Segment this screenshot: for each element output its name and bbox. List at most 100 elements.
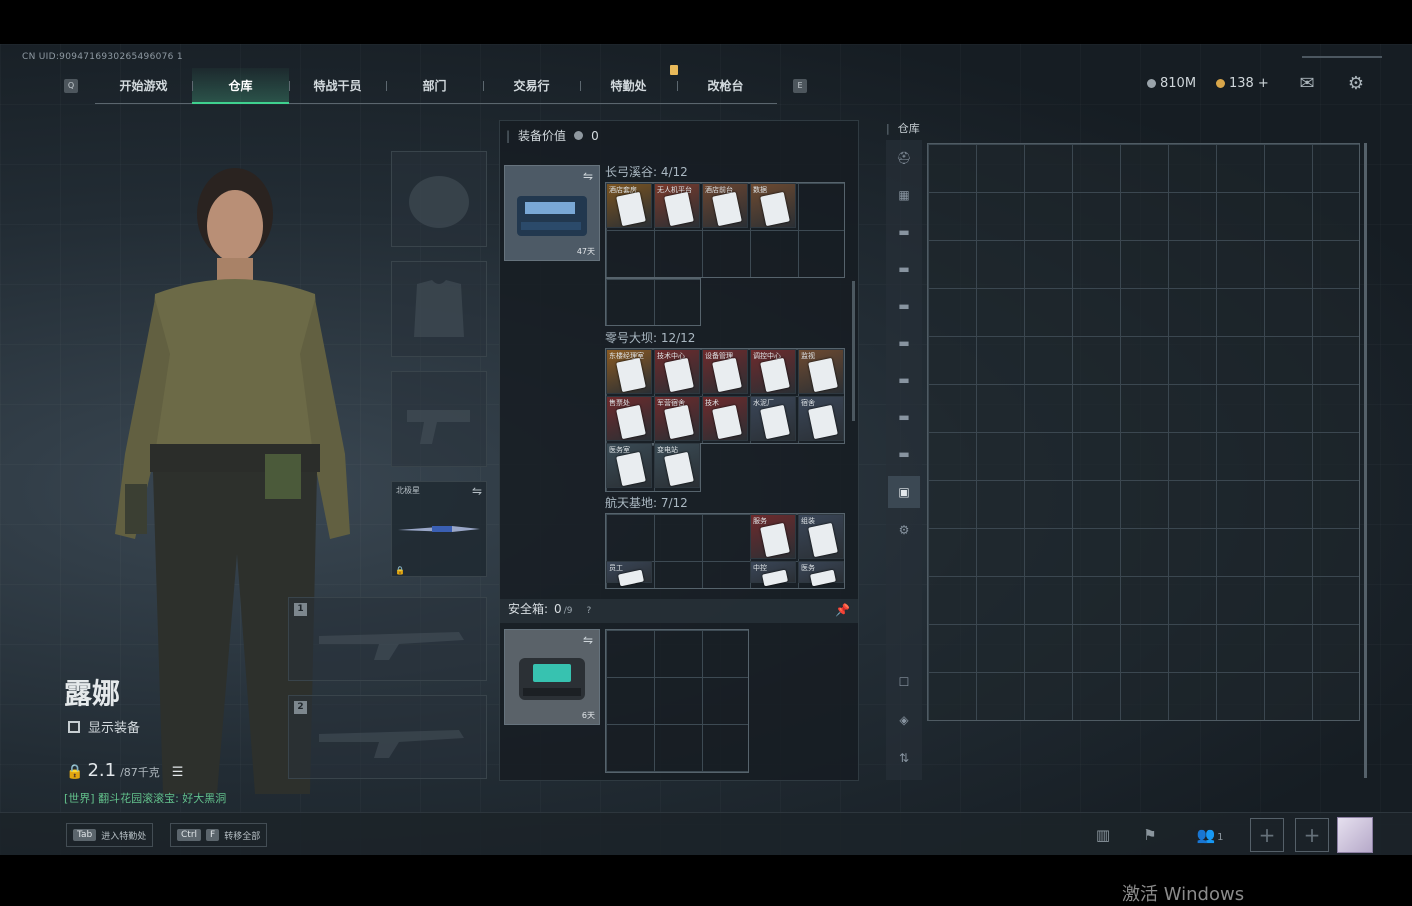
- armor-category-icon[interactable]: ▦: [894, 185, 914, 205]
- weight-value: 2.1: [87, 760, 117, 781]
- nav-notification-marker: [670, 65, 678, 75]
- keycard-item[interactable]: 酒店套房: [606, 183, 652, 228]
- transfer-all-button[interactable]: Ctrl F 转移全部: [170, 823, 268, 847]
- stats-icon[interactable]: ▥: [1090, 823, 1116, 847]
- avatar[interactable]: [1337, 817, 1373, 853]
- lmg-category-icon[interactable]: ▬: [894, 407, 914, 427]
- armor-icon: [414, 280, 464, 337]
- operator-category-icon[interactable]: ☐: [894, 672, 914, 692]
- primary-weapon-slot-2[interactable]: 2: [288, 695, 487, 779]
- flag-icon[interactable]: ⚑: [1137, 823, 1163, 847]
- lock-icon: 🔒: [395, 566, 405, 575]
- helmet-category-icon[interactable]: ⛑: [894, 148, 914, 168]
- pistol-slot[interactable]: [391, 371, 487, 467]
- show-equipment-toggle[interactable]: 显示装备: [68, 717, 140, 736]
- warehouse-scrollbar[interactable]: [1364, 143, 1367, 778]
- sniper-category-icon[interactable]: ▬: [894, 333, 914, 353]
- gold-currency[interactable]: 138 +: [1216, 76, 1269, 91]
- tab-operators[interactable]: 特战干员: [289, 68, 386, 103]
- f-key: F: [206, 829, 220, 841]
- pistol-category-icon[interactable]: ▬: [894, 444, 914, 464]
- safe-box-value: 0: [554, 602, 562, 616]
- add-teammate-button-1[interactable]: +: [1250, 818, 1284, 852]
- settings-category-icon[interactable]: ⚙: [894, 520, 914, 540]
- tab-warehouse[interactable]: 仓库: [192, 68, 289, 104]
- keycard-icon: [664, 404, 694, 440]
- keycard-category-icon[interactable]: ▣: [888, 476, 920, 508]
- tab-department[interactable]: 部门: [386, 68, 483, 103]
- layers-category-icon[interactable]: ◈: [894, 710, 914, 730]
- warehouse-grid[interactable]: [927, 143, 1360, 721]
- keycard-item[interactable]: 宿舍: [798, 396, 844, 441]
- mail-icon[interactable]: ✉: [1296, 74, 1318, 94]
- swap-icon[interactable]: ⇋: [472, 484, 482, 498]
- pin-icon[interactable]: 📌: [835, 603, 850, 617]
- tab-special-ops[interactable]: 特勤处: [580, 68, 677, 103]
- sort-category-icon[interactable]: ⇅: [894, 748, 914, 768]
- rifle-icon: [319, 632, 464, 660]
- transfer-all-label: 转移全部: [224, 831, 261, 842]
- keycard-label: 服务: [753, 517, 767, 525]
- top-decoration-line: [1302, 56, 1382, 58]
- rifle-category-icon[interactable]: ▬: [894, 222, 914, 242]
- keycard-label: 监视: [801, 352, 815, 360]
- next-tab-key[interactable]: E: [793, 79, 807, 93]
- keycard-item[interactable]: 售票处: [606, 396, 652, 441]
- safe-box-item[interactable]: ⇋ 6天: [504, 629, 600, 725]
- helmet-slot[interactable]: [391, 151, 487, 247]
- prev-tab-key[interactable]: Q: [64, 79, 78, 93]
- equipment-value-amount: 0: [591, 128, 599, 143]
- show-equipment-checkbox[interactable]: [68, 720, 80, 733]
- gear-icon[interactable]: ⚙: [1345, 74, 1367, 94]
- keycard-item[interactable]: 服务: [750, 514, 796, 559]
- team-button[interactable]: 👥 1: [1190, 823, 1230, 847]
- keycard-item[interactable]: 医务室: [606, 443, 652, 488]
- safe-box-grid[interactable]: [605, 629, 749, 773]
- keycard-item[interactable]: 技术中心: [654, 349, 700, 394]
- smg-category-icon[interactable]: ▬: [894, 259, 914, 279]
- tab-trading[interactable]: 交易行: [483, 68, 580, 103]
- keycard-item[interactable]: 组装: [798, 514, 844, 559]
- windows-activation-watermark: 激活 Windows: [1122, 884, 1245, 905]
- enter-special-ops-button[interactable]: Tab 进入特勤处: [66, 823, 154, 847]
- ctrl-key: Ctrl: [177, 829, 202, 841]
- keycard-bag[interactable]: ⇋ 47天: [504, 165, 600, 261]
- keycard-item[interactable]: 变电站: [654, 443, 700, 488]
- scrollbar[interactable]: [852, 281, 855, 421]
- keycard-item[interactable]: 无人机平台: [654, 183, 700, 228]
- shotgun-category-icon[interactable]: ▬: [894, 296, 914, 316]
- tab-start-game[interactable]: 开始游戏: [95, 68, 192, 103]
- safe-box-title: 安全箱:: [508, 602, 549, 616]
- keycard-item[interactable]: 监视: [798, 349, 844, 394]
- keycard-item[interactable]: 水泥厂: [750, 396, 796, 441]
- swap-icon[interactable]: ⇋: [583, 633, 593, 647]
- keycard-item[interactable]: 设备管理: [702, 349, 748, 394]
- game-screen: CN UID:9094716930265496076 1 Q 开始游戏 仓库 特…: [0, 44, 1412, 855]
- melee-slot[interactable]: 北极星 ⇋ 🔒: [391, 481, 487, 577]
- keycard-item[interactable]: 东楼经理室: [606, 349, 652, 394]
- keycard-item[interactable]: 数据: [750, 183, 796, 228]
- list-icon[interactable]: ☰: [172, 765, 184, 780]
- tab-gunsmith[interactable]: 改枪台: [677, 68, 774, 103]
- armor-slot[interactable]: [391, 261, 487, 357]
- world-chat-message[interactable]: [世界] 翻斗花园滚滚宝: 好大黑洞: [64, 790, 226, 806]
- keycard-icon: [712, 357, 742, 393]
- keycard-item[interactable]: 中控: [750, 561, 796, 587]
- add-teammate-button-2[interactable]: +: [1295, 818, 1329, 852]
- keycard-icon: [616, 451, 646, 487]
- primary-weapon-slot-1[interactable]: 1: [288, 597, 487, 681]
- keycard-item[interactable]: 酒店前台: [702, 183, 748, 228]
- marksman-category-icon[interactable]: ▬: [894, 370, 914, 390]
- keycard-item[interactable]: 军营宿舍: [654, 396, 700, 441]
- gold-add[interactable]: +: [1258, 76, 1269, 91]
- swap-icon[interactable]: ⇋: [583, 169, 593, 183]
- keycard-item[interactable]: 员工: [606, 561, 652, 587]
- bottom-bar: Tab 进入特勤处 Ctrl F 转移全部 ▥ ⚑ 👥 1 + +: [0, 812, 1412, 855]
- keycard-item[interactable]: 调控中心: [750, 349, 796, 394]
- help-icon[interactable]: ?: [586, 606, 591, 616]
- keycard-item[interactable]: 医务: [798, 561, 844, 587]
- keycard-item[interactable]: 技术: [702, 396, 748, 441]
- silver-coin-icon: [1147, 79, 1156, 88]
- keycard-grid-changgong-extra[interactable]: [605, 278, 701, 326]
- silver-currency[interactable]: 810M: [1147, 76, 1196, 91]
